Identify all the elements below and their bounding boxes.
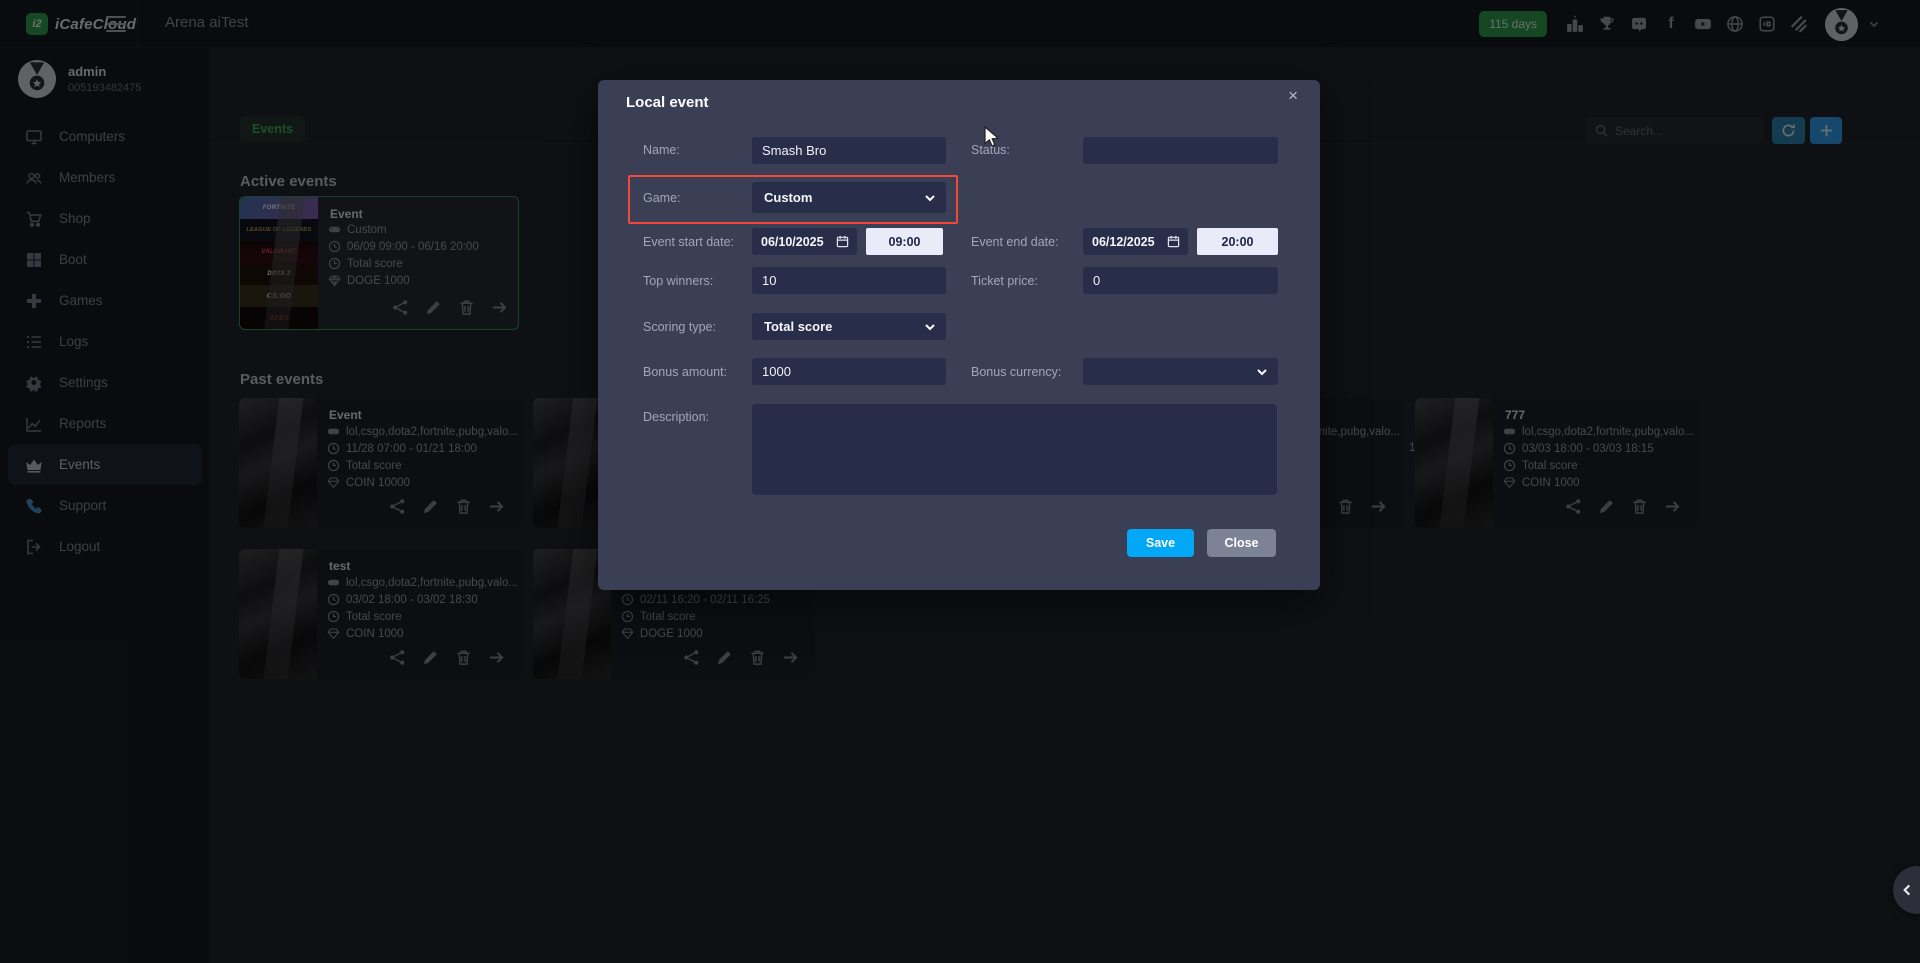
- name-field[interactable]: [752, 137, 946, 164]
- description-label: Description:: [643, 410, 709, 424]
- name-label: Name:: [643, 143, 680, 157]
- bonus-amount-label: Bonus amount:: [643, 365, 727, 379]
- end-time-field[interactable]: 20:00: [1197, 228, 1278, 255]
- bonus-currency-label: Bonus currency:: [971, 365, 1061, 379]
- modal-title: Local event: [626, 94, 709, 111]
- scoring-type-select[interactable]: Total score: [752, 313, 946, 340]
- save-button[interactable]: Save: [1127, 529, 1194, 557]
- bonus-amount-field[interactable]: [752, 358, 946, 385]
- chevron-down-icon: [924, 192, 936, 204]
- calendar-icon: [1167, 235, 1180, 248]
- scoring-type-label: Scoring type:: [643, 320, 716, 334]
- start-time-field[interactable]: 09:00: [866, 228, 943, 255]
- description-field[interactable]: [752, 404, 1277, 495]
- local-event-modal: Local event × Name: Status: Game: Custom…: [598, 80, 1320, 590]
- top-winners-label: Top winners:: [643, 274, 713, 288]
- end-date-label: Event end date:: [971, 235, 1059, 249]
- close-icon[interactable]: ×: [1288, 86, 1298, 106]
- ticket-price-label: Ticket price:: [971, 274, 1038, 288]
- ticket-price-field[interactable]: [1083, 267, 1278, 294]
- status-field[interactable]: [1083, 137, 1278, 164]
- start-date-field[interactable]: 06/10/2025: [752, 228, 857, 255]
- bonus-currency-select[interactable]: [1083, 358, 1278, 385]
- end-date-field[interactable]: 06/12/2025: [1083, 228, 1188, 255]
- chevron-down-icon: [1256, 366, 1268, 378]
- chevron-down-icon: [924, 321, 936, 333]
- calendar-icon: [836, 235, 849, 248]
- status-label: Status:: [971, 143, 1010, 157]
- game-select[interactable]: Custom: [752, 182, 946, 213]
- close-button[interactable]: Close: [1207, 529, 1276, 557]
- start-date-label: Event start date:: [643, 235, 734, 249]
- game-label: Game:: [643, 191, 681, 205]
- top-winners-field[interactable]: [752, 267, 946, 294]
